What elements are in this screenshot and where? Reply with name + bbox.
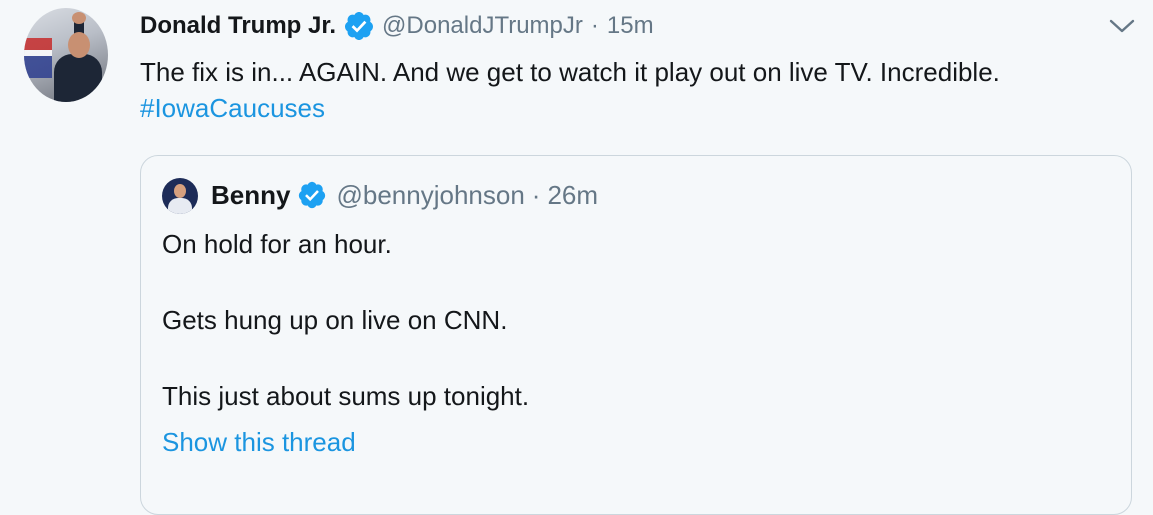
avatar-head-graphic xyxy=(68,32,90,58)
author-handle[interactable]: @DonaldJTrumpJr xyxy=(382,12,583,40)
quoted-author-handle[interactable]: @bennyjohnson xyxy=(336,180,524,211)
author-name[interactable]: Donald Trump Jr. xyxy=(140,12,336,40)
tweet[interactable]: Donald Trump Jr. @DonaldJTrumpJr · 15m T… xyxy=(0,0,1153,515)
quoted-tweet-header: Benny @bennyjohnson · 26m xyxy=(211,176,598,214)
quoted-tweet-timestamp: 26m xyxy=(547,179,599,210)
verified-badge-icon xyxy=(299,181,326,209)
header-separator: · xyxy=(590,12,599,39)
quoted-text-line: Gets hung up on live on CNN. xyxy=(162,305,508,335)
quoted-tweet-card[interactable]: Benny @bennyjohnson · 26m On hold for an… xyxy=(140,155,1132,515)
tweet-text: The fix is in... AGAIN. And we get to wa… xyxy=(140,57,1000,87)
author-avatar[interactable] xyxy=(24,8,108,102)
quoted-avatar-face-graphic xyxy=(174,184,186,198)
tweet-timestamp[interactable]: 15m xyxy=(607,12,654,40)
quoted-header-separator: · xyxy=(531,179,541,210)
show-thread-link[interactable]: Show this thread xyxy=(162,424,356,460)
quoted-author-avatar[interactable] xyxy=(162,178,198,214)
quoted-author-name[interactable]: Benny xyxy=(211,180,290,211)
avatar-suit-graphic xyxy=(54,54,102,102)
tweet-header: Donald Trump Jr. @DonaldJTrumpJr · 15m xyxy=(140,9,654,43)
hashtag-link[interactable]: #IowaCaucuses xyxy=(140,90,1130,126)
chevron-down-icon[interactable] xyxy=(1108,16,1136,36)
quoted-text-line: On hold for an hour. xyxy=(162,229,392,259)
avatar-flag-graphic xyxy=(24,38,52,78)
verified-badge-icon xyxy=(345,12,374,40)
quoted-text-line: This just about sums up tonight. xyxy=(162,381,530,411)
avatar-hand-graphic xyxy=(72,12,86,24)
quoted-avatar-shirt-graphic xyxy=(168,198,192,214)
tweet-body: The fix is in... AGAIN. And we get to wa… xyxy=(140,54,1130,126)
